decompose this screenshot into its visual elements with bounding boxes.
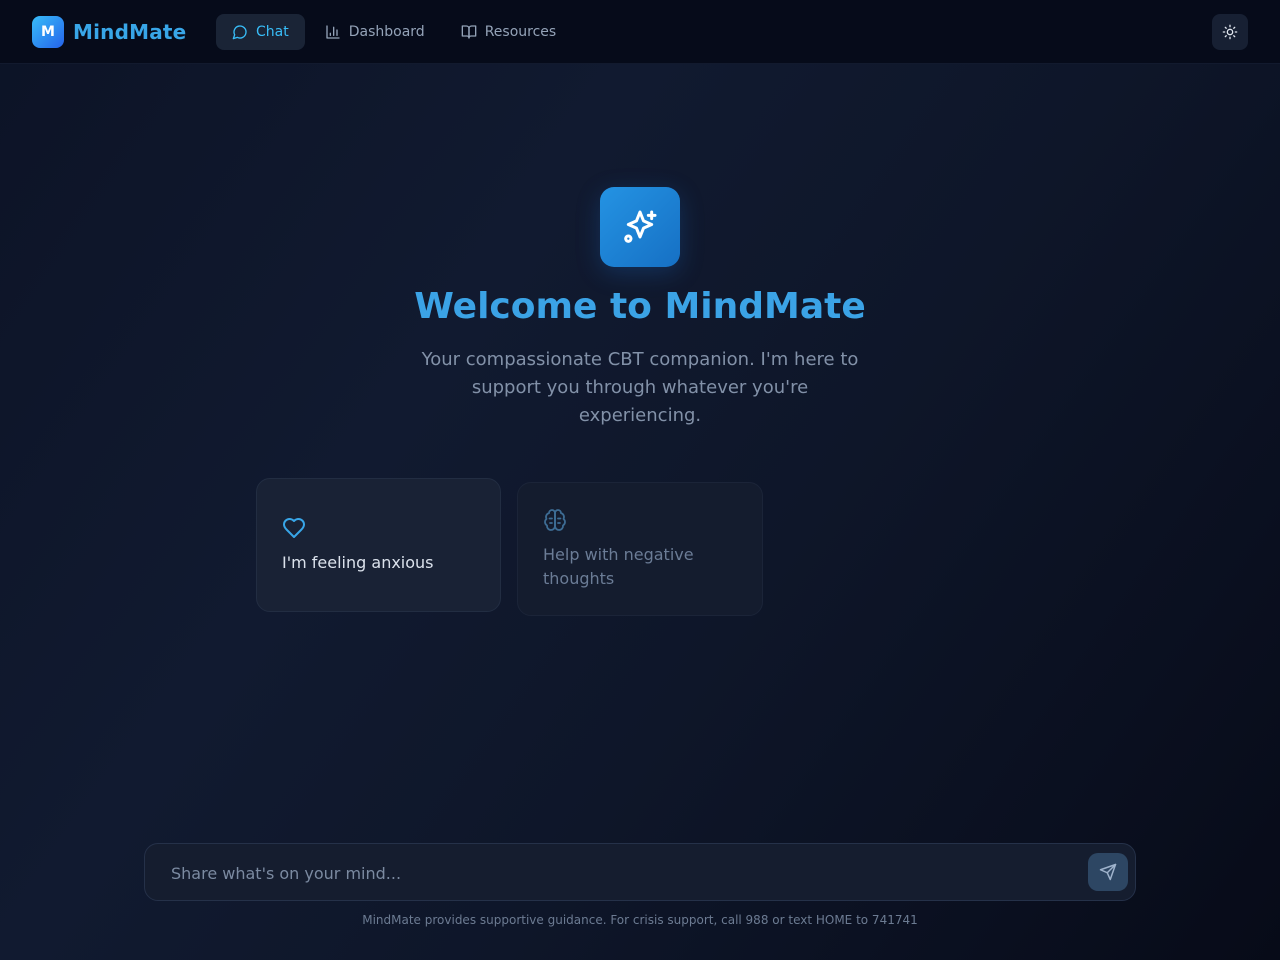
nav-item-label: Dashboard xyxy=(348,24,425,40)
nav-item-label: Resources xyxy=(484,24,557,40)
brand-logo: M xyxy=(32,16,64,48)
sun-icon xyxy=(1222,24,1238,40)
main-nav: Chat Dashboard Resources xyxy=(216,14,576,50)
book-open-icon xyxy=(461,25,477,39)
crisis-disclaimer: MindMate provides supportive guidance. F… xyxy=(362,913,918,927)
message-composer xyxy=(144,843,1136,902)
welcome-subtitle: Your compassionate CBT companion. I'm he… xyxy=(421,349,859,426)
nav-item-resources[interactable]: Resources xyxy=(445,14,573,50)
suggestion-label: I'm feeling anxious xyxy=(282,553,434,572)
welcome-title: Welcome to MindMate xyxy=(414,286,866,327)
sparkles-icon xyxy=(624,210,657,243)
send-button[interactable] xyxy=(1088,853,1128,891)
suggestion-label: Help with negative thoughts xyxy=(543,545,694,588)
chat-bubble-icon xyxy=(232,25,247,40)
nav-item-label: Chat xyxy=(256,24,289,40)
nav-item-dashboard[interactable]: Dashboard xyxy=(309,14,441,50)
hero-badge xyxy=(600,187,680,267)
brand[interactable]: M MindMate xyxy=(32,16,186,48)
send-icon xyxy=(1099,863,1117,881)
heart-icon xyxy=(282,516,306,544)
bar-chart-icon xyxy=(326,25,340,39)
theme-toggle-button[interactable] xyxy=(1212,14,1248,50)
nav-item-chat[interactable]: Chat xyxy=(216,14,305,50)
message-input[interactable] xyxy=(169,844,1073,902)
top-navbar: M MindMate Chat Dashboard Resources xyxy=(0,0,1280,64)
suggestion-card-anxious[interactable]: I'm feeling anxious xyxy=(256,478,501,612)
brain-icon xyxy=(543,508,567,536)
suggestion-card-negative-thoughts[interactable]: Help with negative thoughts xyxy=(517,482,763,616)
brand-name: MindMate xyxy=(73,20,187,44)
